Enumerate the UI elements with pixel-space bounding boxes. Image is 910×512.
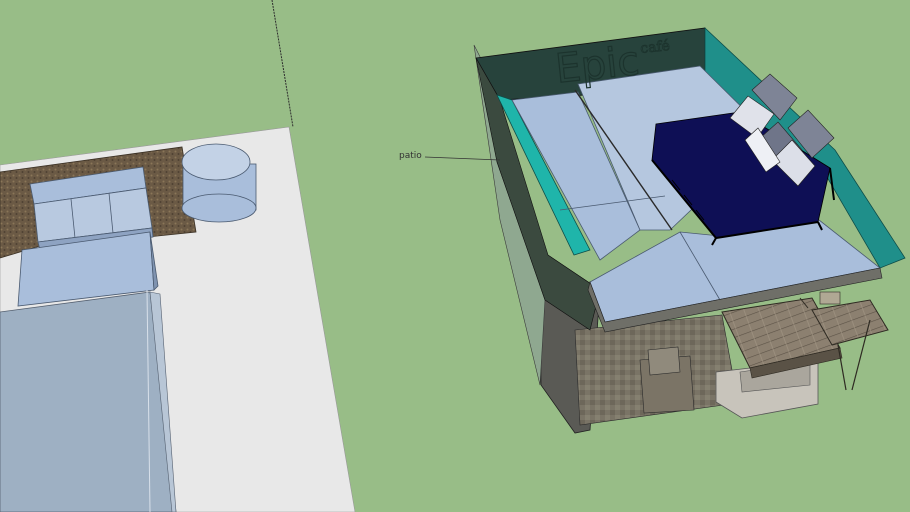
sign-prefix: café <box>640 38 671 57</box>
counter[interactable] <box>647 346 681 376</box>
patio-label[interactable]: patio <box>399 151 422 161</box>
scene-canvas[interactable]: Epic café <box>0 0 910 512</box>
sketchup-viewport[interactable]: Epic café patio <box>0 0 910 512</box>
tall-block[interactable] <box>0 289 177 512</box>
sign-text: Epic <box>553 38 641 93</box>
callout-leader <box>424 156 501 161</box>
axis-line <box>271 0 294 128</box>
round-table[interactable] <box>181 143 257 223</box>
building[interactable]: Epic café <box>473 27 906 434</box>
